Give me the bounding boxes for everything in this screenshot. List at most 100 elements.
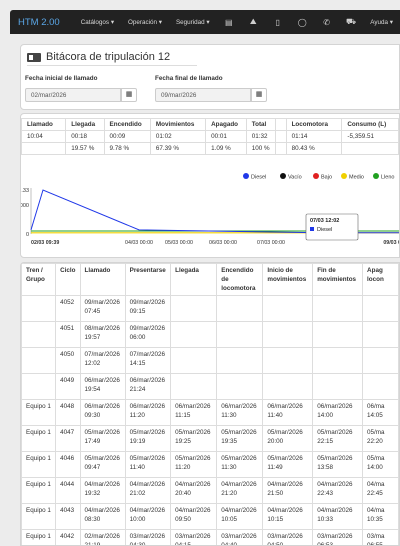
table-cell: 05/mar/2026 19:35 [216, 425, 264, 452]
table-cell: Equipo 1 [21, 529, 57, 545]
table-cell: 05/mar/2026 17:49 [79, 425, 126, 452]
table-cell: 4051 [55, 321, 81, 348]
chat-icon[interactable]: ◯ [290, 18, 314, 27]
table-cell: 04/mar/2026 21:02 [124, 477, 172, 504]
y-tick-label-0: 21.33 [21, 188, 29, 194]
end-calendar-icon[interactable]: ▦ [251, 88, 267, 102]
legend-marker-0 [243, 173, 249, 179]
start-date-label: Fecha inicial de llamado [25, 75, 98, 82]
menu-seguridad[interactable]: Seguridad ▾ [169, 19, 217, 26]
legend-label-4: Lleno [381, 175, 394, 181]
summary-time-cell: 00:01 [205, 130, 247, 143]
table-cell: 04/mar/2026 08:30 [79, 503, 126, 530]
list-icon[interactable]: ▤ [217, 18, 241, 27]
column-header[interactable]: Presentarse [124, 263, 172, 296]
table-cell: 05/mar/2026 11:40 [124, 451, 172, 478]
car-icon[interactable]: ⛰ [241, 17, 265, 27]
table-cell: 09/mar/2026 06:00 [124, 321, 172, 348]
summary-percent-cell: 67.39 % [149, 142, 207, 155]
cycles-header-row: Tren / Grupo Ciclo Llamado Presentarse Llega… [21, 263, 399, 296]
column-header[interactable]: Inicio de movimientos [262, 263, 314, 296]
x-tick-label-2: 05/03 00:00 [165, 240, 193, 246]
column-header[interactable]: Apag locon [362, 263, 399, 296]
table-cell: 03/mar/2026 04:15 [170, 529, 218, 545]
table-row[interactable]: 4052 09/mar/2026 07:45 09/mar/2026 09:15 [21, 295, 399, 322]
end-date-label: Fecha final de llamado [155, 75, 223, 82]
legend-marker-4 [373, 173, 379, 179]
menu-catalogos[interactable]: Catálogos ▾ [74, 19, 121, 26]
summary-time-cell: 01:02 [149, 130, 207, 143]
table-row[interactable]: Equipo 1 4044 04/mar/2026 19:32 04/mar/2026… [21, 477, 399, 504]
table-cell [362, 295, 399, 322]
summary-panel: Llamado Llegada Encendido Movimientos Apagad… [20, 113, 400, 258]
x-tick-label-5: 09/03 0 [383, 240, 400, 246]
table-cell [216, 347, 264, 374]
table-row[interactable]: 4050 07/mar/2026 12:02 07/mar/2026 14:15 [21, 347, 399, 374]
table-row[interactable]: Equipo 1 4042 02/mar/2026 21:19 03/mar/2026… [21, 529, 399, 545]
table-cell [216, 295, 264, 322]
table-cell: 07/mar/2026 14:15 [124, 347, 172, 374]
table-cell: 06/mar/2026 11:30 [216, 399, 264, 426]
summary-header-cell: Llamado [21, 118, 67, 131]
summary-time-row: 10:04 00:18 00:09 01:02 00:01 01:32 01:14 -5,35… [21, 130, 399, 143]
legend-marker-2 [313, 173, 319, 179]
phone-icon[interactable]: ▯ [265, 18, 289, 27]
table-cell: Equipo 1 [21, 503, 57, 530]
end-date-input[interactable]: 09/mar/2026 [155, 88, 251, 102]
table-cell: 06/mar/2026 11:40 [262, 399, 314, 426]
table-cell: 06/mar/2026 11:20 [124, 399, 172, 426]
table-cell: 05/ma 14:00 [362, 451, 399, 478]
summary-percent-cell [21, 142, 67, 155]
summary-header-row: Llamado Llegada Encendido Movimientos Apagad… [21, 118, 399, 131]
column-header[interactable]: Tren / Grupo [21, 263, 57, 296]
table-cell: 04/mar/2026 09:50 [170, 503, 218, 530]
table-cell [21, 373, 57, 400]
table-cell: 06/mar/2026 09:30 [79, 399, 126, 426]
start-date-input[interactable]: 02/mar/2026 [25, 88, 121, 102]
table-row[interactable]: Equipo 1 4043 04/mar/2026 08:30 04/mar/2026… [21, 503, 399, 530]
summary-time-cell: -5,359.51 [341, 130, 399, 143]
table-row[interactable]: Equipo 1 4046 05/mar/2026 09:47 05/mar/2026… [21, 451, 399, 478]
vehicle-icon[interactable]: ⛟ [339, 17, 363, 27]
start-calendar-icon[interactable]: ▦ [121, 88, 137, 102]
y-tick-label-1: 0000 [21, 203, 29, 209]
table-row[interactable]: 4049 06/mar/2026 19:54 06/mar/2026 21:24 [21, 373, 399, 400]
table-cell [21, 321, 57, 348]
top-navbar: HTM 2.00 Catálogos ▾ Operación ▾ Segurid… [10, 10, 400, 34]
legend-label-1: Vacío [288, 175, 302, 181]
table-cell: 03/mar/2026 06:53 [312, 529, 364, 545]
column-header[interactable]: Encendido de locomotora [216, 263, 264, 296]
table-cell: 05/mar/2026 19:25 [170, 425, 218, 452]
table-cell [262, 347, 314, 374]
summary-header-cell: Encendido [103, 118, 151, 131]
table-cell [216, 373, 264, 400]
table-cell: 09/mar/2026 09:15 [124, 295, 172, 322]
table-row[interactable]: Equipo 1 4047 05/mar/2026 17:49 05/mar/2026… [21, 425, 399, 452]
brand-logo[interactable]: HTM 2.00 [10, 17, 74, 28]
table-cell: 06/mar/2026 21:24 [124, 373, 172, 400]
table-cell: 05/mar/2026 13:58 [312, 451, 364, 478]
cycles-table: Tren / Grupo Ciclo Llamado Presentarse Llega… [21, 263, 399, 545]
summary-time-cell: 00:18 [65, 130, 105, 143]
table-cell: 03/mar/2026 04:50 [262, 529, 314, 545]
table-row[interactable]: Equipo 1 4048 06/mar/2026 09:30 06/mar/2026… [21, 399, 399, 426]
column-header[interactable]: Llamado [79, 263, 126, 296]
table-cell [312, 321, 364, 348]
table-cell: 04/mar/2026 21:20 [216, 477, 264, 504]
table-cell: 04/mar/2026 21:50 [262, 477, 314, 504]
table-cell: 06/mar/2026 14:00 [312, 399, 364, 426]
summary-header-cell: Apagado [205, 118, 247, 131]
table-row[interactable]: 4051 08/mar/2026 19:57 09/mar/2026 06:00 [21, 321, 399, 348]
summary-percent-cell: 9.78 % [103, 142, 151, 155]
table-cell: 4050 [55, 347, 81, 374]
menu-ayuda[interactable]: Ayuda ▾ [363, 19, 400, 26]
table-cell: 05/mar/2026 09:47 [79, 451, 126, 478]
column-header[interactable]: Llegada [170, 263, 218, 296]
column-header[interactable]: Ciclo [55, 263, 81, 296]
call-icon[interactable]: ✆ [314, 18, 338, 27]
y-tick-label-2: 0 [26, 232, 29, 238]
menu-operacion[interactable]: Operación ▾ [121, 19, 169, 26]
table-cell: 04/mar/2026 10:15 [262, 503, 314, 530]
column-header[interactable]: Fin de movimientos [312, 263, 364, 296]
table-cell: 04/mar/2026 20:40 [170, 477, 218, 504]
